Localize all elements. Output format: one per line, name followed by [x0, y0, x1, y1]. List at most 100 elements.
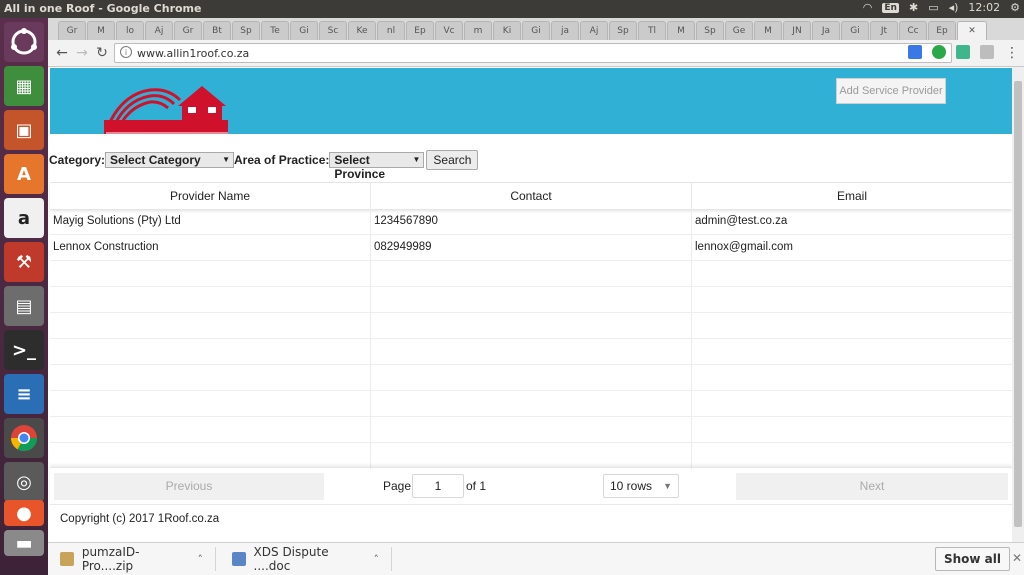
- volume-icon[interactable]: ◂): [949, 1, 959, 14]
- tab-close-icon[interactable]: ✕: [968, 26, 976, 36]
- terminal-icon[interactable]: >_: [4, 330, 44, 370]
- browser-tab[interactable]: Gr: [174, 21, 202, 40]
- site-header: Add Service Provider: [50, 68, 1012, 134]
- browser-tab[interactable]: Sp: [232, 21, 260, 40]
- back-arrow-icon[interactable]: ←: [52, 44, 72, 62]
- url-text[interactable]: www.allin1roof.co.za: [137, 47, 249, 60]
- filter-bar: Category: Select Category ▼ Area of Prac…: [49, 150, 479, 181]
- chrome-icon[interactable]: [4, 418, 44, 458]
- browser-tab[interactable]: Gi: [522, 21, 550, 40]
- browser-tab[interactable]: Gi: [290, 21, 318, 40]
- browser-tab[interactable]: M: [754, 21, 782, 40]
- province-select[interactable]: Select Province ▼: [329, 152, 425, 181]
- extension-icon[interactable]: [932, 45, 946, 59]
- browser-tab[interactable]: Sc: [319, 21, 347, 40]
- column-header-email[interactable]: Email: [692, 183, 1012, 209]
- browser-tab[interactable]: Ja: [812, 21, 840, 40]
- site-info-icon[interactable]: i: [120, 46, 132, 58]
- browser-tab[interactable]: Cc: [899, 21, 927, 40]
- browser-tab[interactable]: Tl: [638, 21, 666, 40]
- browser-tab[interactable]: lo: [116, 21, 144, 40]
- impress-presentation-icon[interactable]: ▣: [4, 110, 44, 150]
- ubuntu-dash-icon[interactable]: [4, 22, 44, 62]
- providers-table: Provider Name Contact Email Mayig Soluti…: [50, 182, 1012, 470]
- keyboard-layout-indicator[interactable]: En: [882, 2, 899, 13]
- next-button[interactable]: Next: [736, 473, 1008, 500]
- site-footer: Copyright (c) 2017 1Roof.co.za: [50, 504, 1012, 536]
- browser-tab[interactable]: Ge: [725, 21, 753, 40]
- extension-icon[interactable]: [956, 45, 970, 59]
- scrollbar-thumb[interactable]: [1014, 81, 1022, 527]
- empty-table-row: [50, 313, 1012, 339]
- chevron-up-icon[interactable]: ˄: [374, 553, 380, 566]
- browser-tab[interactable]: Ep: [928, 21, 956, 40]
- browser-tab[interactable]: nl: [377, 21, 405, 40]
- empty-table-row: [50, 417, 1012, 443]
- browser-tab[interactable]: Bt: [203, 21, 231, 40]
- table-row[interactable]: Lennox Construction 082949989 lennox@gma…: [50, 235, 1012, 261]
- amazon-icon[interactable]: a: [4, 198, 44, 238]
- writer-document-icon[interactable]: ≡: [4, 374, 44, 414]
- browser-tab[interactable]: Te: [261, 21, 289, 40]
- browser-tab[interactable]: Sp: [609, 21, 637, 40]
- browser-tab[interactable]: Ke: [348, 21, 376, 40]
- browser-tab[interactable]: Sp: [696, 21, 724, 40]
- settings-gear-icon[interactable]: ⚙: [1010, 1, 1020, 14]
- battery-icon[interactable]: ▭: [928, 1, 938, 14]
- forward-arrow-icon[interactable]: →: [72, 44, 92, 62]
- browser-tab[interactable]: ja: [551, 21, 579, 40]
- browser-tab[interactable]: Ep: [406, 21, 434, 40]
- download-shelf: pumzaID-Pro....zip ˄ XDS Dispute ....doc…: [48, 542, 1024, 575]
- add-service-provider-button[interactable]: Add Service Provider: [836, 78, 946, 104]
- browser-tab[interactable]: JN: [783, 21, 811, 40]
- table-row[interactable]: Mayig Solutions (Pty) Ltd 1234567890 adm…: [50, 209, 1012, 235]
- chevron-up-icon[interactable]: ˄: [198, 553, 204, 566]
- unity-launcher: ▦ ▣ A a ⚒ ▤ >_ ≡ ◎ ● ▬: [0, 18, 48, 575]
- site-logo[interactable]: [104, 76, 228, 134]
- close-icon[interactable]: ✕: [1012, 551, 1022, 565]
- bluetooth-icon[interactable]: ✱: [909, 1, 918, 14]
- download-item[interactable]: pumzaID-Pro....zip ˄: [60, 545, 216, 573]
- page-number-input[interactable]: 1: [412, 474, 464, 498]
- drive-icon[interactable]: ▬: [4, 530, 44, 556]
- system-settings-icon[interactable]: ⚒: [4, 242, 44, 282]
- search-button[interactable]: Search: [426, 150, 479, 170]
- firefox-icon[interactable]: ●: [4, 500, 44, 526]
- software-center-icon[interactable]: A: [4, 154, 44, 194]
- chrome-menu-icon[interactable]: ⋮: [1002, 44, 1022, 62]
- browser-tab[interactable]: Aj: [145, 21, 173, 40]
- rows-per-page-select[interactable]: 10 rows ▼: [603, 474, 679, 498]
- browser-tab[interactable]: Gr: [58, 21, 86, 40]
- page-scrollbar[interactable]: [1012, 67, 1024, 542]
- extension-icon[interactable]: [908, 45, 922, 59]
- show-all-downloads-button[interactable]: Show all: [934, 547, 1010, 571]
- browser-tab[interactable]: Ki: [493, 21, 521, 40]
- browser-tab[interactable]: Vc: [435, 21, 463, 40]
- contact-cell: 1234567890: [371, 209, 692, 234]
- wifi-icon[interactable]: ◠: [863, 1, 873, 14]
- screenshot-icon[interactable]: ◎: [4, 462, 44, 502]
- browser-tab[interactable]: m: [464, 21, 492, 40]
- address-bar[interactable]: i www.allin1roof.co.za ☆: [114, 43, 952, 63]
- reload-icon[interactable]: ↻: [92, 44, 112, 62]
- download-filename: pumzaID-Pro....zip: [81, 545, 140, 573]
- browser-tab[interactable]: Gi: [841, 21, 869, 40]
- browser-tab[interactable]: Aj: [580, 21, 608, 40]
- clock[interactable]: 12:02: [968, 1, 1000, 14]
- column-header-provider-name[interactable]: Provider Name: [50, 183, 371, 209]
- column-header-contact[interactable]: Contact: [371, 183, 692, 209]
- calc-spreadsheet-icon[interactable]: ▦: [4, 66, 44, 106]
- empty-table-row: [50, 261, 1012, 287]
- category-select[interactable]: Select Category ▼: [105, 152, 235, 168]
- email-cell: admin@test.co.za: [695, 215, 788, 227]
- extension-icon[interactable]: [980, 45, 994, 59]
- category-label: Category:: [49, 153, 106, 167]
- archive-manager-icon[interactable]: ▤: [4, 286, 44, 326]
- browser-tab-active[interactable]: ✕: [957, 21, 987, 40]
- system-tray: ◠ En ✱ ▭ ◂) 12:02 ⚙: [863, 1, 1020, 14]
- browser-tab[interactable]: M: [667, 21, 695, 40]
- browser-tab[interactable]: Jt: [870, 21, 898, 40]
- previous-button[interactable]: Previous: [54, 473, 324, 500]
- download-item[interactable]: XDS Dispute ....doc ˄: [232, 545, 392, 573]
- browser-tab[interactable]: M: [87, 21, 115, 40]
